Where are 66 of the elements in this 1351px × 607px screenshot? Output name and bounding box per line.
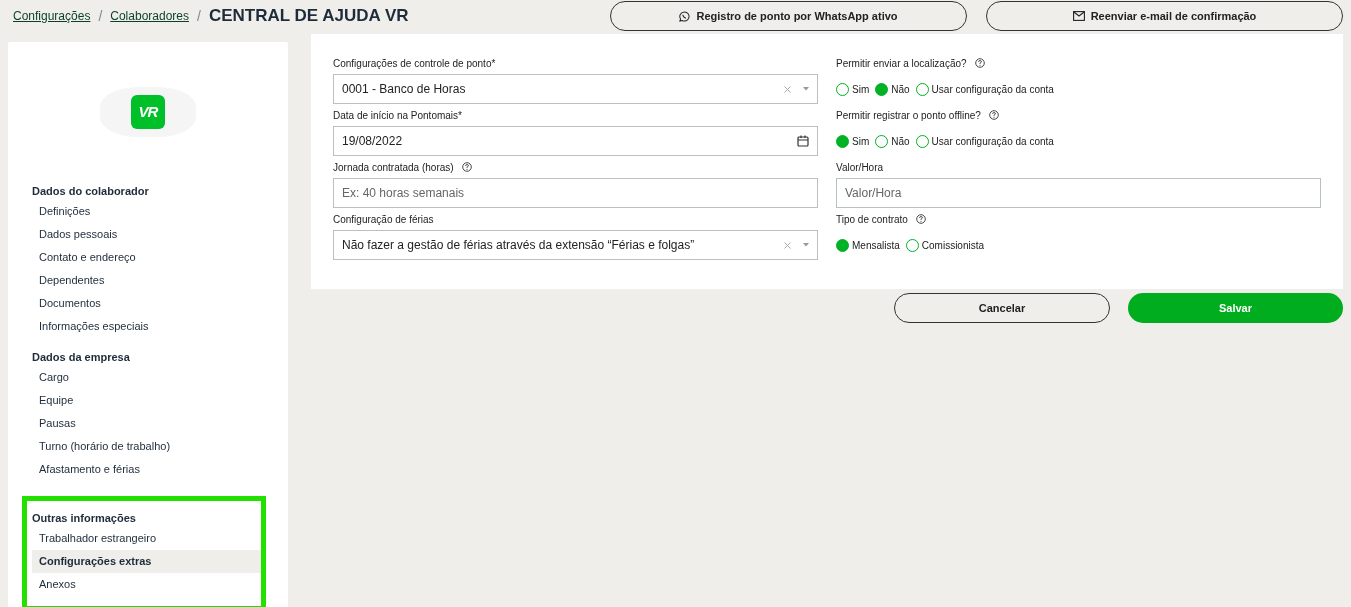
radio-button[interactable] bbox=[905, 238, 919, 252]
breadcrumb-link[interactable]: Colaboradores bbox=[110, 7, 189, 25]
sidebar-item[interactable]: Afastamento e férias bbox=[32, 458, 261, 481]
sidebar-item[interactable]: Cargo bbox=[32, 366, 261, 389]
section-title: Dados da empresa bbox=[32, 349, 131, 365]
sidebar-item[interactable]: Anexos bbox=[32, 573, 261, 596]
radio-option[interactable]: Comissionista bbox=[905, 237, 985, 253]
mail-icon bbox=[1072, 11, 1085, 21]
radio-option[interactable]: Sim bbox=[836, 81, 870, 97]
date-field[interactable]: 19/08/2022 bbox=[333, 126, 818, 156]
radio-button[interactable] bbox=[875, 134, 889, 148]
sidebar-item[interactable]: Trabalhador estrangeiro bbox=[32, 527, 261, 550]
header-button[interactable]: Reenviar e-mail de confirmação bbox=[986, 1, 1343, 31]
radio-option[interactable]: Não bbox=[875, 133, 910, 149]
radio-option[interactable]: Usar configuração da conta bbox=[915, 81, 1054, 97]
sidebar-item[interactable]: Documentos bbox=[32, 292, 261, 315]
input-field[interactable]: Valor/Hora bbox=[836, 178, 1321, 208]
radio-option[interactable]: Sim bbox=[836, 133, 870, 149]
field-label: Jornada contratada (horas) bbox=[333, 160, 454, 175]
field-label: Tipo de contrato bbox=[836, 212, 908, 227]
radio-option[interactable]: Usar configuração da conta bbox=[915, 133, 1054, 149]
clear-icon[interactable] bbox=[784, 241, 791, 249]
radio-button[interactable] bbox=[875, 82, 889, 96]
radio-button[interactable] bbox=[915, 134, 929, 148]
sidebar-item[interactable]: Definições bbox=[32, 200, 261, 223]
help-icon bbox=[915, 214, 926, 224]
sidebar-item[interactable]: Configurações extras bbox=[32, 550, 261, 573]
sidebar-item[interactable]: Equipe bbox=[32, 389, 261, 412]
caret-icon bbox=[803, 243, 809, 247]
breadcrumb-separator: / bbox=[197, 6, 201, 26]
sidebar-item[interactable]: Turno (horário de trabalho) bbox=[32, 435, 261, 458]
chat-bubble-icon bbox=[679, 10, 691, 22]
help-icon bbox=[988, 110, 999, 120]
clear-icon[interactable] bbox=[784, 85, 791, 93]
cancel-button[interactable]: Cancelar bbox=[894, 293, 1110, 323]
caret-icon bbox=[803, 87, 809, 91]
section-title: Outras informações bbox=[32, 510, 137, 526]
help-icon bbox=[461, 162, 472, 172]
radio-option[interactable]: Mensalista bbox=[836, 237, 900, 253]
sidebar-item[interactable]: Informações especiais bbox=[32, 315, 261, 338]
select-field[interactable]: Não fazer a gestão de férias através da extensão “Férias e folgas” bbox=[333, 230, 818, 260]
breadcrumb-link[interactable]: Configurações bbox=[13, 7, 91, 25]
radio-button[interactable] bbox=[836, 238, 849, 252]
vr-logo: VR bbox=[131, 95, 165, 129]
page-title: CENTRAL DE AJUDA VR bbox=[208, 5, 409, 28]
sidebar-item[interactable]: Contato e endereço bbox=[32, 246, 261, 269]
input-field[interactable]: Ex: 40 horas semanais bbox=[333, 178, 818, 208]
radio-button[interactable] bbox=[836, 82, 849, 96]
field-label: Permitir enviar a localização? bbox=[836, 56, 967, 71]
select-field[interactable]: 0001 - Banco de Horas bbox=[333, 74, 818, 104]
sidebar-item[interactable]: Pausas bbox=[32, 412, 261, 435]
calendar-icon[interactable] bbox=[797, 135, 809, 147]
sidebar-item[interactable]: Dependentes bbox=[32, 269, 261, 292]
sidebar-item[interactable]: Dados pessoais bbox=[32, 223, 261, 246]
breadcrumb-separator: / bbox=[98, 6, 103, 26]
section-title: Dados do colaborador bbox=[32, 183, 150, 199]
radio-button[interactable] bbox=[836, 134, 849, 148]
help-icon bbox=[974, 58, 985, 68]
header-button[interactable]: Registro de ponto por WhatsApp ativo bbox=[610, 1, 967, 31]
radio-button[interactable] bbox=[915, 82, 929, 96]
field-label: Valor/Hora bbox=[836, 160, 884, 175]
field-label: Data de início na Pontomais* bbox=[333, 108, 462, 123]
field-label: Configurações de controle de ponto* bbox=[333, 56, 496, 71]
radio-option[interactable]: Não bbox=[875, 81, 910, 97]
field-label: Configuração de férias bbox=[333, 212, 434, 227]
field-label: Permitir registrar o ponto offline? bbox=[836, 108, 981, 123]
